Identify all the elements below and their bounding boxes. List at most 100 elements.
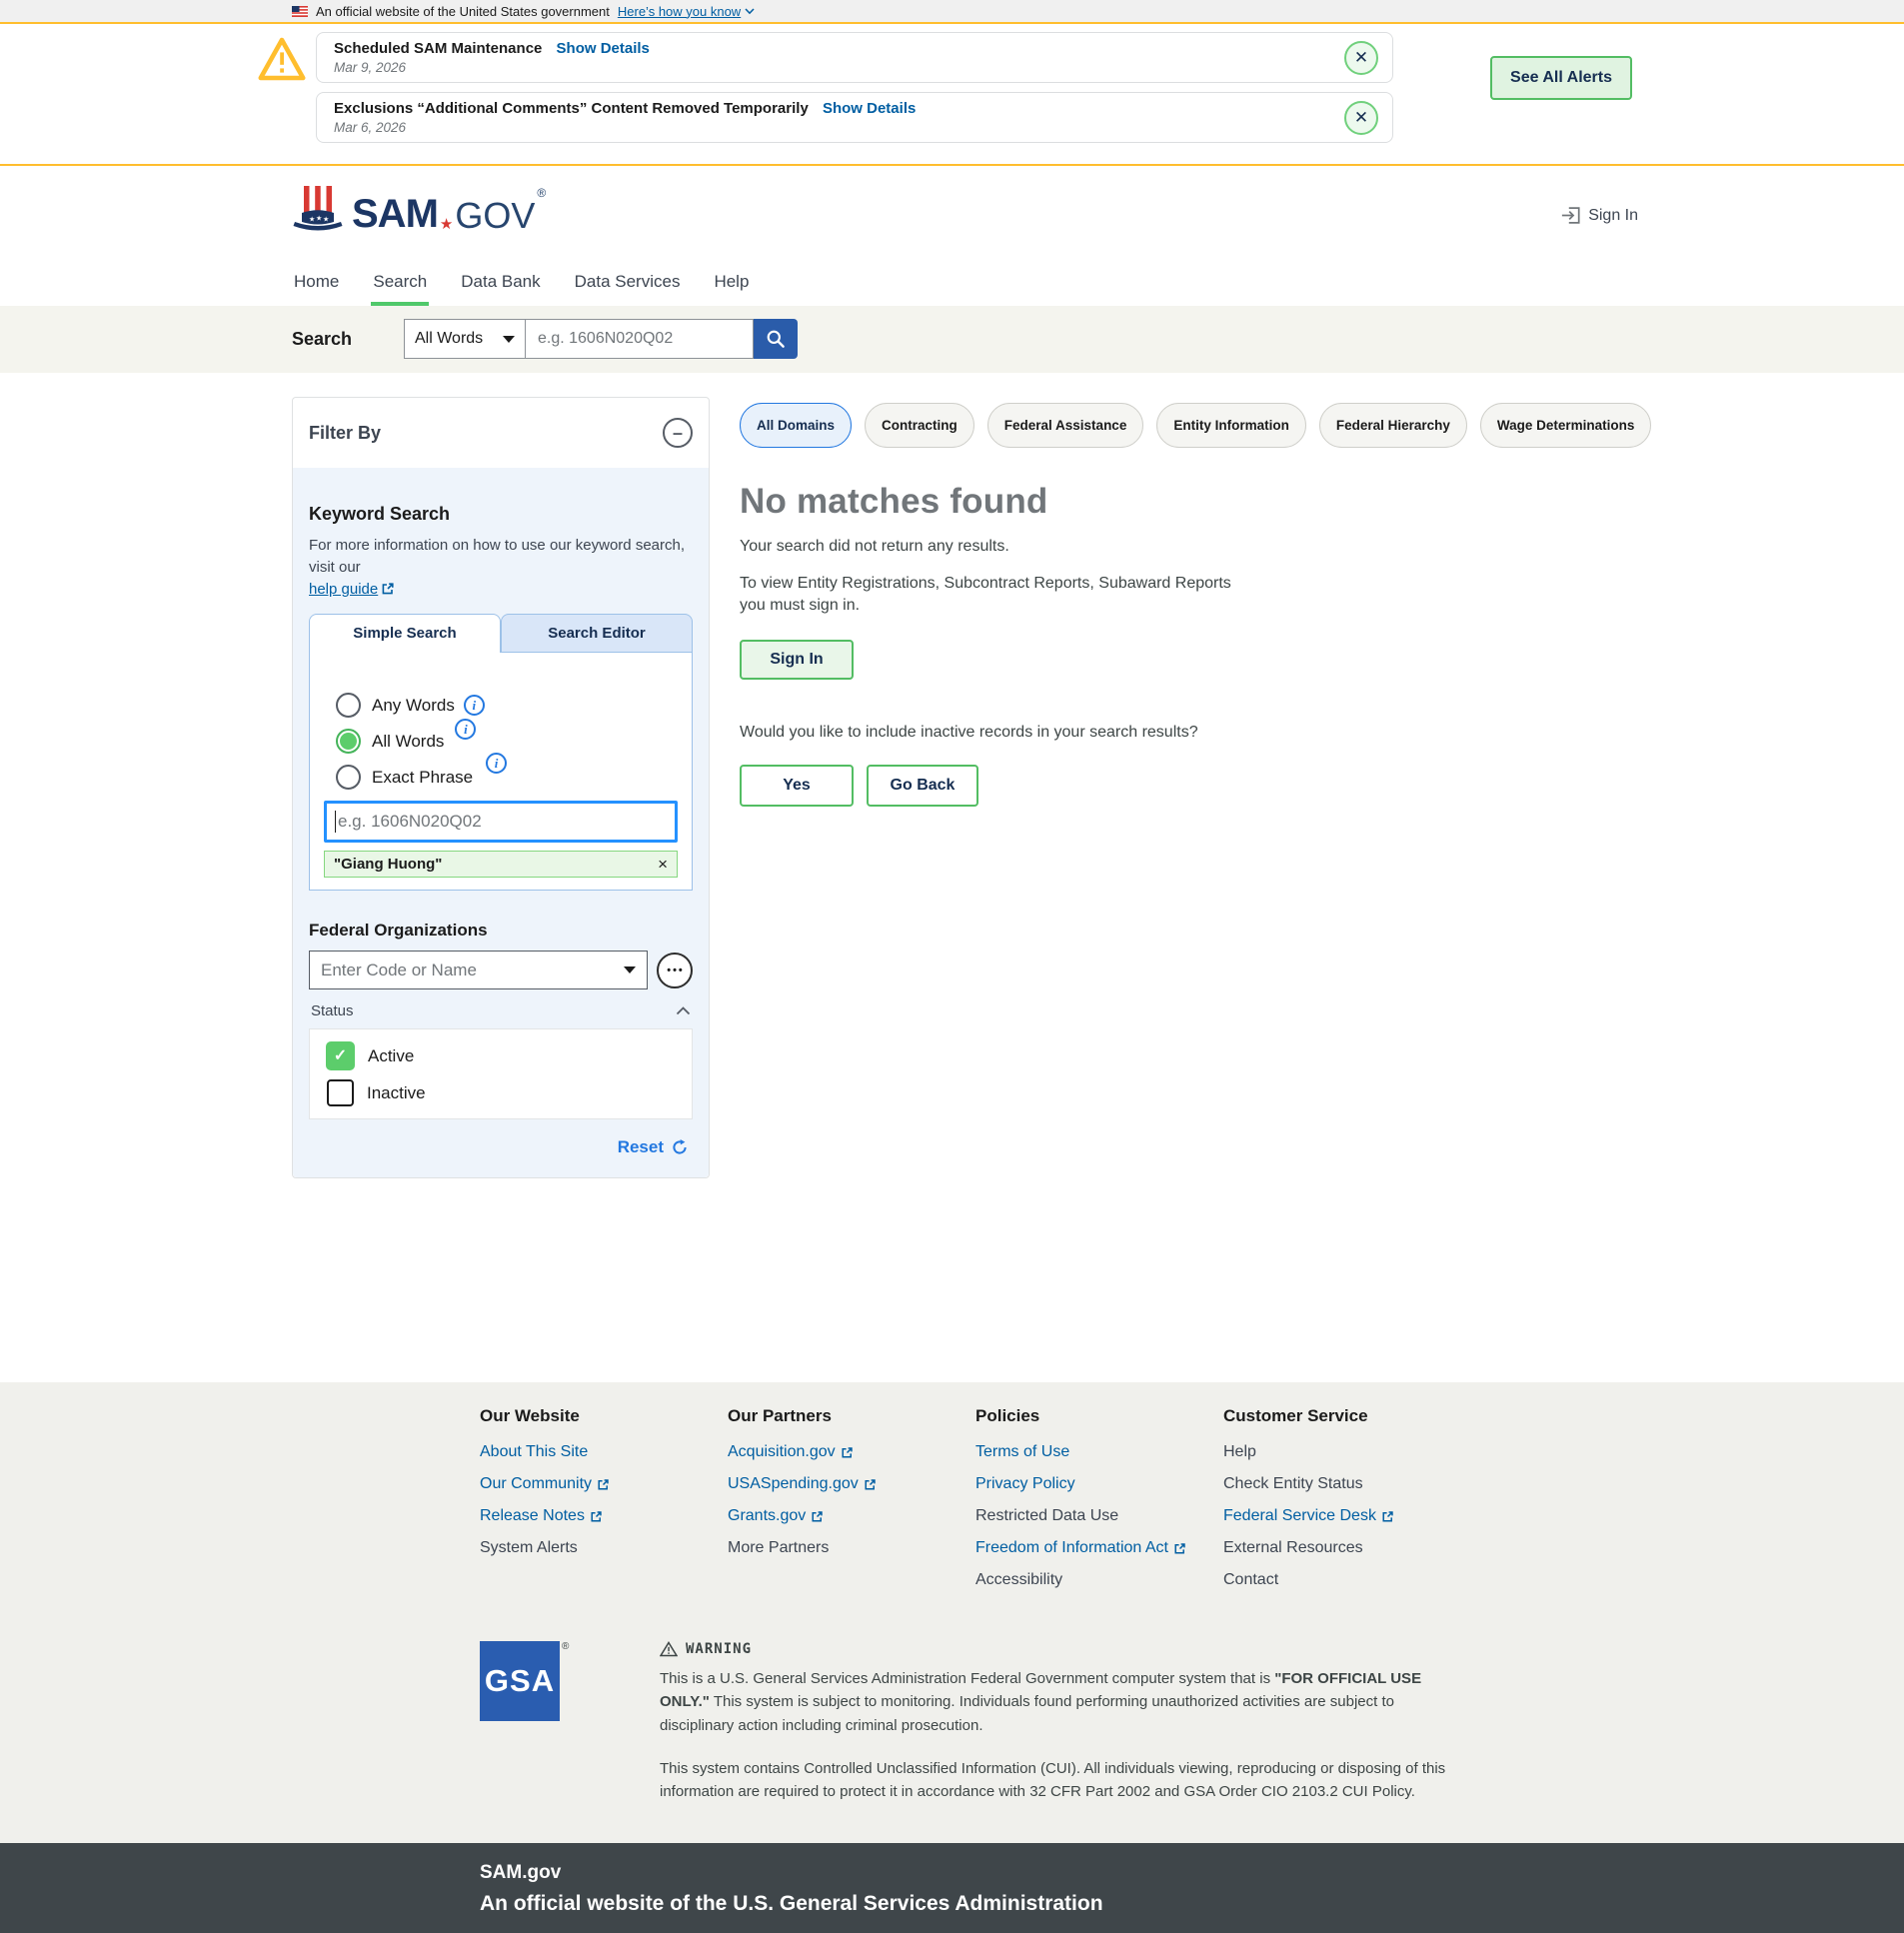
footer-link-system-alerts[interactable]: System Alerts — [480, 1539, 728, 1557]
see-all-alerts-button[interactable]: See All Alerts — [1490, 56, 1632, 100]
footer-link-about-this-site[interactable]: About This Site — [480, 1443, 728, 1461]
domain-pill-wage-determinations[interactable]: Wage Determinations — [1480, 403, 1652, 448]
search-input[interactable] — [526, 319, 754, 359]
footer-links: Our Website About This Site Our Communit… — [0, 1382, 1904, 1629]
external-link-icon — [811, 1510, 824, 1523]
footer-link-accessibility[interactable]: Accessibility — [975, 1571, 1223, 1589]
logo-sam-text: SAM — [352, 194, 438, 234]
status-section-label: Status — [311, 1002, 354, 1019]
sam-gov-logo[interactable]: ★ ★ ★ SAM ★ GOV ® — [290, 184, 546, 234]
no-results-text: Your search did not return any results. — [740, 538, 1651, 556]
search-submit-button[interactable] — [754, 319, 798, 359]
external-link-icon — [590, 1510, 603, 1523]
alert-date: Mar 6, 2026 — [334, 120, 1332, 135]
svg-text:★: ★ — [323, 216, 329, 224]
footer-link-more-partners[interactable]: More Partners — [728, 1539, 975, 1557]
external-link-icon — [381, 582, 395, 596]
more-options-button[interactable]: ••• — [657, 953, 693, 988]
footer-col-policies: Policies Terms of Use Privacy Policy Res… — [975, 1406, 1223, 1603]
tab-search-editor[interactable]: Search Editor — [501, 614, 693, 653]
reset-icon[interactable] — [671, 1138, 689, 1156]
checkbox-active[interactable]: ✓ — [326, 1041, 355, 1070]
collapse-filters-icon[interactable]: – — [663, 418, 693, 448]
checkbox-inactive[interactable] — [327, 1079, 354, 1106]
nav-item-data-bank[interactable]: Data Bank — [459, 264, 542, 306]
sign-in-button[interactable]: Sign In — [740, 640, 854, 680]
footer-col-our-partners: Our Partners Acquisition.gov USASpending… — [728, 1406, 975, 1603]
close-icon[interactable]: ✕ — [1344, 41, 1378, 75]
alert-title: Exclusions “Additional Comments” Content… — [334, 100, 809, 117]
domain-pill-federal-assistance[interactable]: Federal Assistance — [987, 403, 1144, 448]
results-area: All Domains Contracting Federal Assistan… — [740, 397, 1651, 807]
footer-link-foia[interactable]: Freedom of Information Act — [975, 1539, 1223, 1557]
domain-pill-entity-information[interactable]: Entity Information — [1156, 403, 1306, 448]
footer-link-help[interactable]: Help — [1223, 1443, 1471, 1461]
footer-link-check-entity-status[interactable]: Check Entity Status — [1223, 1475, 1471, 1493]
gsa-registered-mark: ® — [562, 1641, 569, 1803]
footer-link-our-community[interactable]: Our Community — [480, 1475, 728, 1493]
footer-link-external-resources[interactable]: External Resources — [1223, 1539, 1471, 1557]
go-back-button[interactable]: Go Back — [867, 765, 978, 807]
uncle-sam-hat-icon: ★ ★ ★ — [290, 184, 346, 234]
dropdown-arrow-icon — [503, 336, 515, 343]
filter-panel: Filter By – Keyword Search For more info… — [292, 397, 710, 1178]
federal-organizations-title: Federal Organizations — [309, 921, 693, 941]
chevron-up-icon[interactable] — [676, 1006, 691, 1015]
reset-filters-link[interactable]: Reset — [618, 1137, 664, 1157]
show-details-link[interactable]: Show Details — [557, 40, 650, 57]
sign-in-icon — [1560, 206, 1581, 225]
footer-site-name: SAM.gov — [480, 1862, 1904, 1884]
info-icon[interactable]: i — [464, 695, 485, 716]
show-details-link[interactable]: Show Details — [823, 100, 916, 117]
sign-in-note: To view Entity Registrations, Subcontrac… — [740, 573, 1259, 618]
checkbox-active-label: Active — [368, 1046, 414, 1066]
remove-tag-icon[interactable]: × — [658, 856, 668, 873]
nav-item-help[interactable]: Help — [712, 264, 751, 306]
keyword-input[interactable]: e.g. 1606N020Q02 — [324, 801, 678, 843]
footer-link-terms-of-use[interactable]: Terms of Use — [975, 1443, 1223, 1461]
search-bar: Search All Words — [0, 306, 1904, 373]
search-icon — [766, 329, 786, 349]
footer-link-restricted-data-use[interactable]: Restricted Data Use — [975, 1507, 1223, 1525]
footer-link-contact[interactable]: Contact — [1223, 1571, 1471, 1589]
nav-item-data-services[interactable]: Data Services — [573, 264, 683, 306]
info-icon[interactable]: i — [455, 719, 476, 740]
chevron-down-icon — [745, 8, 755, 15]
search-mode-select[interactable]: All Words — [404, 319, 526, 359]
info-icon[interactable]: i — [486, 753, 507, 774]
checkbox-inactive-label: Inactive — [367, 1083, 426, 1103]
svg-text:★: ★ — [316, 215, 322, 223]
footer-link-usaspending-gov[interactable]: USASpending.gov — [728, 1475, 975, 1493]
filter-by-title: Filter By — [309, 423, 381, 444]
no-matches-title: No matches found — [740, 482, 1651, 522]
footer-link-release-notes[interactable]: Release Notes — [480, 1507, 728, 1525]
domain-pill-contracting[interactable]: Contracting — [865, 403, 974, 448]
radio-exact-phrase[interactable] — [336, 765, 361, 790]
footer-link-acquisition-gov[interactable]: Acquisition.gov — [728, 1443, 975, 1461]
nav-item-search[interactable]: Search — [371, 264, 429, 306]
gov-banner: An official website of the United States… — [0, 0, 1904, 24]
how-you-know-link[interactable]: Here’s how you know — [618, 4, 755, 19]
nav-item-home[interactable]: Home — [292, 264, 341, 306]
radio-any-words[interactable] — [336, 693, 361, 718]
footer-link-grants-gov[interactable]: Grants.gov — [728, 1507, 975, 1525]
external-link-icon — [864, 1478, 877, 1491]
tab-simple-search[interactable]: Simple Search — [309, 614, 501, 653]
close-icon[interactable]: ✕ — [1344, 101, 1378, 135]
domain-pill-all-domains[interactable]: All Domains — [740, 403, 852, 448]
sign-in-link[interactable]: Sign In — [1560, 206, 1638, 225]
footer-link-privacy-policy[interactable]: Privacy Policy — [975, 1475, 1223, 1493]
warning-label: WARNING — [686, 1641, 752, 1657]
keyword-help-text: For more information on how to use our k… — [309, 535, 693, 600]
footer-link-federal-service-desk[interactable]: Federal Service Desk — [1223, 1507, 1471, 1525]
domain-pill-federal-hierarchy[interactable]: Federal Hierarchy — [1319, 403, 1467, 448]
domain-filters: All Domains Contracting Federal Assistan… — [740, 403, 1651, 448]
help-guide-link[interactable]: help guide — [309, 579, 395, 601]
federal-organizations-combobox[interactable]: Enter Code or Name — [309, 951, 648, 989]
footer-gsa-section: GSA ® WARNING This is a U.S. General Ser… — [0, 1629, 1904, 1843]
yes-button[interactable]: Yes — [740, 765, 854, 807]
footer-dark: SAM.gov An official website of the U.S. … — [0, 1843, 1904, 1933]
warning-block: WARNING This is a U.S. General Services … — [660, 1641, 1459, 1803]
simple-search-card: Any Words i All Words i Exact Phrase i e… — [309, 653, 693, 891]
radio-all-words[interactable] — [336, 729, 361, 754]
